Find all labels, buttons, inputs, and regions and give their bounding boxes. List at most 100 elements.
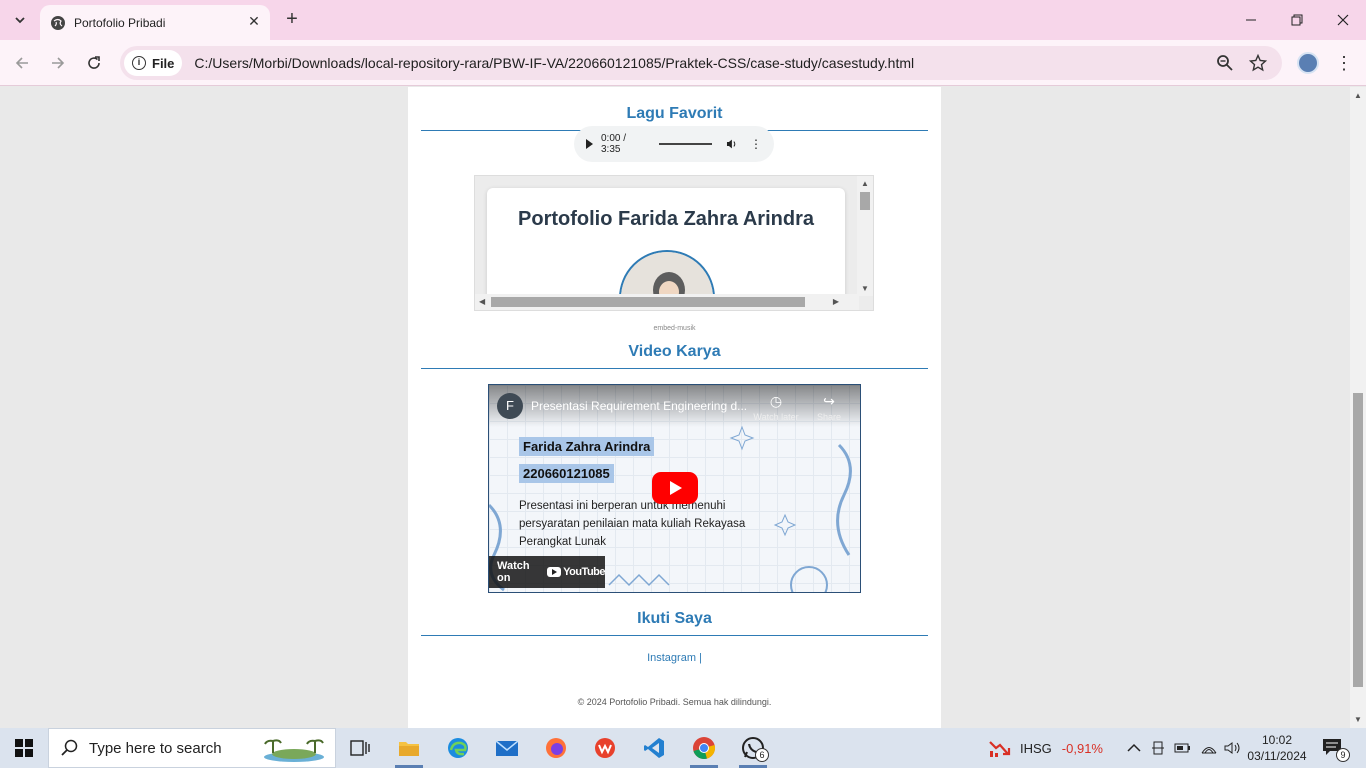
scroll-up-icon[interactable]: ▲ [861, 179, 869, 188]
notification-center-button[interactable]: 9 [1322, 738, 1350, 762]
chevron-up-icon[interactable] [1126, 742, 1142, 754]
youtube-logo: YouTube [547, 566, 605, 578]
youtube-logo-icon [547, 567, 562, 577]
search-placeholder: Type here to search [89, 739, 222, 757]
wifi-icon[interactable] [1200, 741, 1218, 755]
watch-on-label: Watch on [497, 560, 530, 584]
back-button[interactable] [10, 51, 34, 75]
taskbar-clock[interactable]: 10:02 03/11/2024 [1242, 732, 1312, 764]
share-button[interactable]: ↪ Share [804, 393, 854, 422]
audio-progress-slider[interactable] [659, 143, 713, 145]
clock-icon: ◷ [769, 393, 783, 409]
scroll-down-icon[interactable]: ▼ [861, 284, 869, 293]
minimize-button[interactable] [1228, 0, 1274, 40]
forward-button[interactable] [46, 51, 70, 75]
close-icon [1337, 14, 1349, 26]
restore-button[interactable] [1274, 0, 1320, 40]
site-chip-label: File [152, 55, 175, 71]
video-title[interactable]: Presentasi Requirement Engineering d... [531, 399, 751, 413]
tab-search-button[interactable] [8, 8, 32, 32]
mail-icon [495, 740, 519, 756]
chevron-down-icon [15, 17, 25, 24]
music-section-title: Lagu Favorit [626, 105, 723, 122]
play-icon[interactable] [586, 139, 593, 149]
youtube-play-button[interactable] [652, 472, 698, 504]
video-section-title: Video Karya [628, 343, 721, 360]
start-button[interactable] [0, 728, 48, 768]
name-highlight: Farida Zahra Arindra [519, 437, 655, 456]
whatsapp-badge: 6 [755, 748, 769, 762]
profile-avatar[interactable] [1297, 52, 1319, 74]
vscode-icon [644, 738, 664, 758]
url-text[interactable]: C:/Users/Morbi/Downloads/local-repositor… [194, 55, 914, 71]
section-divider [421, 635, 928, 636]
scroll-left-icon[interactable]: ◀ [479, 297, 485, 306]
clock-time: 10:02 [1261, 733, 1293, 747]
audio-player[interactable]: 0:00 / 3:35 ⋮ [574, 126, 774, 162]
scroll-down-icon[interactable]: ▼ [1354, 715, 1362, 724]
battery-icon[interactable] [1174, 742, 1192, 754]
globe-icon [51, 15, 65, 30]
share-label: Share [816, 412, 842, 422]
page-footer: © 2024 Portofolio Pribadi. Semua hak dil… [577, 697, 772, 707]
mail-button[interactable] [483, 728, 531, 768]
search-icon [61, 739, 78, 756]
chrome-icon [693, 737, 716, 759]
browser-menu-icon[interactable]: ⋮ [1334, 52, 1354, 74]
watch-later-button[interactable]: ◷ Watch later [751, 393, 801, 422]
scroll-right-icon[interactable]: ▶ [833, 297, 839, 306]
tab-portofolio[interactable]: Portofolio Pribadi ✕ [40, 5, 270, 40]
volume-icon[interactable] [726, 138, 738, 150]
bookmark-star-icon[interactable] [1249, 54, 1267, 72]
embedded-frame[interactable]: Portofolio Farida Zahra Arindra ▲ ▼ ◀ ▶ [474, 175, 874, 311]
taskbar: Type here to search 6 IHSG -0,91% 10:02 … [0, 728, 1366, 768]
task-view-button[interactable] [336, 728, 384, 768]
scroll-thumb[interactable] [860, 192, 870, 210]
watch-later-label: Watch later [753, 412, 799, 422]
content-card: Lagu Favorit 0:00 / 3:35 ⋮ Portofolio Fa… [408, 87, 941, 728]
section-divider [421, 368, 928, 369]
stock-widget[interactable]: IHSG -0,91% [988, 728, 1103, 768]
firefox-button[interactable] [532, 728, 580, 768]
instagram-link[interactable]: Instagram | [408, 652, 941, 664]
taskbar-search[interactable]: Type here to search [48, 728, 336, 768]
reload-button[interactable] [82, 51, 106, 75]
arrow-right-icon [52, 57, 65, 69]
embed-horizontal-scrollbar[interactable]: ◀ ▶ [475, 294, 859, 310]
site-info-chip[interactable]: i File [124, 50, 183, 76]
restore-icon [1291, 14, 1303, 26]
folder-icon [399, 742, 419, 756]
close-tab-icon[interactable]: ✕ [246, 13, 262, 29]
edge-icon [448, 738, 468, 758]
page-scrollbar[interactable]: ▲ ▼ [1350, 87, 1366, 728]
watch-on-youtube-button[interactable]: Watch on YouTube [489, 556, 605, 588]
zoom-icon[interactable] [1216, 54, 1234, 72]
address-bar[interactable]: i File C:/Users/Morbi/Downloads/local-re… [120, 46, 1282, 80]
vscode-button[interactable] [630, 728, 678, 768]
tab-title: Portofolio Pribadi [74, 15, 166, 30]
windows-logo-icon [15, 739, 33, 757]
system-tray [1126, 728, 1242, 768]
tab-strip: Portofolio Pribadi ✕ + [0, 0, 1366, 40]
page-scroll-thumb[interactable] [1353, 393, 1363, 687]
new-tab-button[interactable]: + [282, 9, 302, 30]
youtube-embed[interactable]: F Presentasi Requirement Engineering d..… [488, 384, 861, 593]
file-explorer-button[interactable] [385, 728, 433, 768]
arrow-left-icon [15, 57, 28, 69]
chrome-button[interactable] [680, 728, 728, 768]
reload-icon [88, 56, 100, 69]
edge-button[interactable] [434, 728, 482, 768]
embed-vertical-scrollbar[interactable]: ▲ ▼ [857, 176, 873, 296]
device-icon[interactable] [1150, 740, 1166, 756]
scroll-up-icon[interactable]: ▲ [1354, 91, 1362, 100]
close-window-button[interactable] [1320, 0, 1366, 40]
volume-icon[interactable] [1224, 741, 1242, 755]
whatsapp-button[interactable]: 6 [729, 728, 777, 768]
more-options-icon[interactable]: ⋮ [750, 138, 762, 150]
embed-card: Portofolio Farida Zahra Arindra [487, 188, 845, 310]
wps-office-button[interactable] [581, 728, 629, 768]
scroll-thumb-horizontal[interactable] [491, 297, 805, 307]
island-scene-icon [264, 739, 324, 762]
browser-toolbar: i File C:/Users/Morbi/Downloads/local-re… [0, 40, 1366, 86]
channel-avatar[interactable]: F [497, 393, 523, 419]
